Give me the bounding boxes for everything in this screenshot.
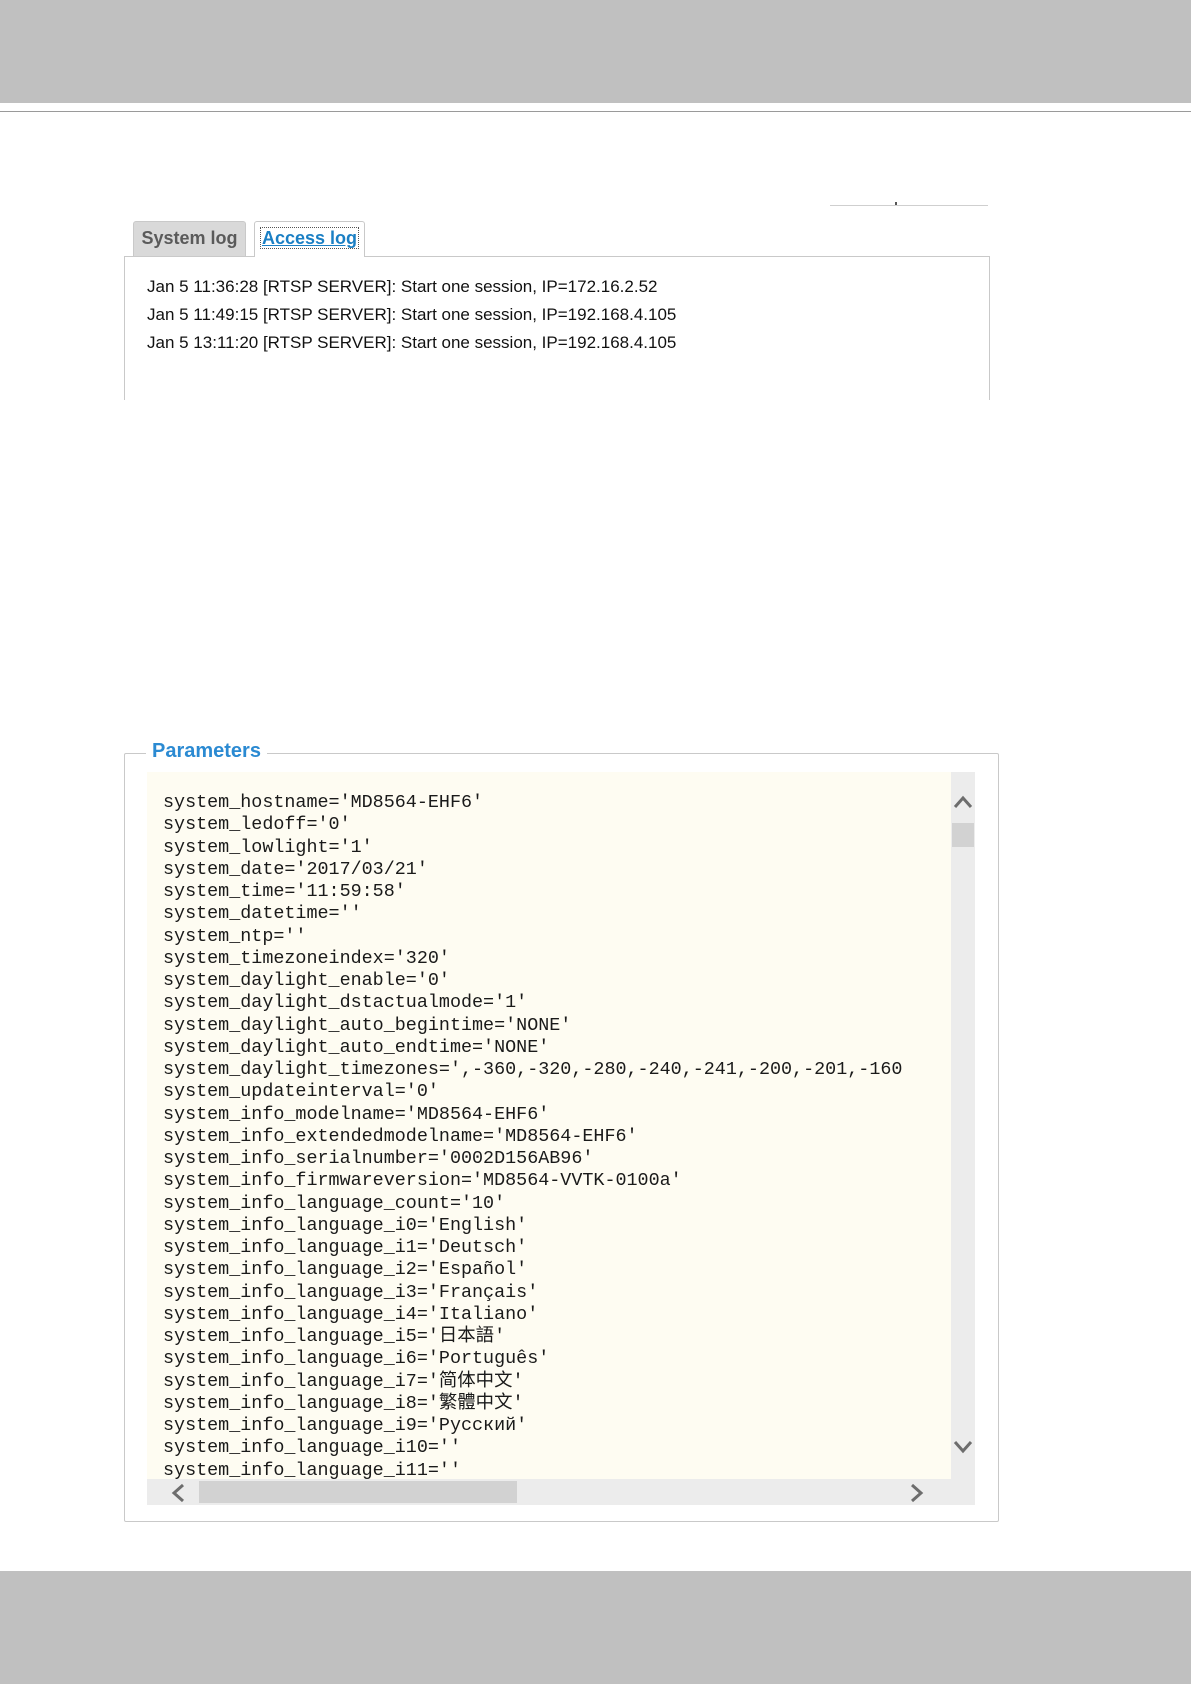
parameter-line: system_info_language_count='10'	[163, 1192, 506, 1214]
parameter-line: system_datetime=''	[163, 903, 362, 925]
parameters-text-area[interactable]: system_hostname='MD8564-EHF6' system_ledo…	[147, 772, 951, 1479]
log-entry: Jan 5 11:36:28 [RTSP SERVER]: Start one …	[147, 277, 658, 296]
parameter-line: system_daylight_timezones=',-360,-320,-2…	[163, 1059, 903, 1080]
parameter-line: system_info_language_i5='日本語'	[163, 1326, 506, 1347]
vertical-scroll-thumb[interactable]	[952, 823, 974, 847]
parameter-line: system_ntp=''	[163, 925, 307, 947]
parameter-line: system_info_language_i0='English'	[163, 1214, 528, 1236]
parameter-line: system_timezoneindex='320'	[163, 947, 450, 969]
log-entry: Jan 5 13:11:20 [RTSP SERVER]: Start one …	[147, 333, 677, 352]
parameter-line: system_hostname='MD8564-EHF6'	[163, 792, 484, 813]
parameter-line: system_daylight_dstactualmode='1'	[163, 992, 528, 1014]
parameter-line: system_info_language_i10=''	[163, 1437, 461, 1459]
truncated-toolbar-mark	[895, 202, 897, 205]
parameter-line: system_daylight_auto_endtime='NONE'	[163, 1036, 550, 1058]
parameter-line: system_updateinterval='0'	[163, 1081, 439, 1103]
horizontal-scroll-thumb[interactable]	[199, 1481, 517, 1503]
log-entry: Jan 5 11:49:15 [RTSP SERVER]: Start one …	[147, 305, 677, 324]
parameter-line: system_info_language_i4='Italiano'	[163, 1303, 539, 1325]
chevron-up-icon[interactable]	[953, 792, 973, 814]
parameter-line: system_info_language_i1='Deutsch'	[163, 1237, 528, 1258]
tab-system-log[interactable]: System log	[133, 221, 246, 256]
tab-access-log[interactable]: Access log	[254, 221, 365, 257]
top-divider	[0, 111, 1191, 112]
tab-access-log-label: Access log	[259, 227, 360, 249]
parameter-line: system_info_language_i9='Русский'	[163, 1415, 528, 1436]
parameter-line: system_info_firmwareversion='MD8564-VVTK…	[163, 1170, 682, 1192]
parameter-line: system_date='2017/03/21'	[163, 858, 428, 880]
parameter-line: system_daylight_auto_begintime='NONE'	[163, 1014, 572, 1036]
parameter-line: system_info_language_i2='Español'	[163, 1259, 528, 1281]
bottom-page-band	[0, 1571, 1191, 1684]
parameter-line: system_info_extendedmodelname='MD8564-EH…	[163, 1125, 638, 1147]
chevron-right-icon[interactable]	[909, 1483, 925, 1507]
parameter-line: system_info_language_i11=''	[163, 1459, 461, 1480]
parameter-line: system_info_language_i7='简体中文'	[163, 1370, 524, 1392]
parameter-line: system_ledoff='0'	[163, 814, 351, 836]
top-page-band	[0, 0, 1191, 103]
parameter-line: system_info_modelname='MD8564-EHF6'	[163, 1103, 550, 1125]
parameter-line: system_daylight_enable='0'	[163, 970, 450, 991]
access-log-panel: Jan 5 11:36:28 [RTSP SERVER]: Start one …	[124, 256, 990, 400]
parameter-line: system_info_language_i6='Português'	[163, 1348, 550, 1370]
chevron-down-icon[interactable]	[953, 1437, 973, 1459]
parameters-title: Parameters	[146, 740, 267, 763]
parameter-line: system_time='11:59:58'	[163, 881, 406, 902]
vertical-scrollbar[interactable]	[951, 772, 975, 1479]
parameter-line: system_lowlight='1'	[163, 836, 373, 858]
truncated-toolbar-edge	[830, 205, 988, 206]
parameter-line: system_info_serialnumber='0002D156AB96'	[163, 1148, 594, 1169]
chevron-left-icon[interactable]	[170, 1483, 186, 1507]
parameter-line: system_info_language_i8='繁體中文'	[163, 1392, 524, 1414]
parameter-line: system_info_language_i3='Français'	[163, 1281, 539, 1303]
